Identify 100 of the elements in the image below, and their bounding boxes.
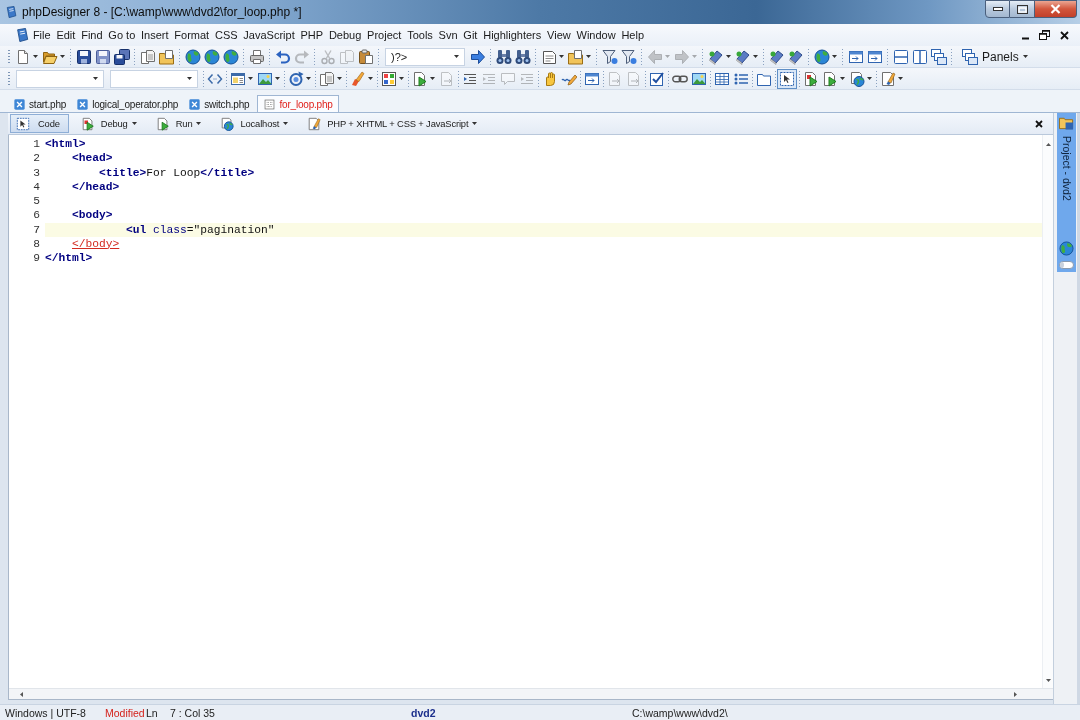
close-icon[interactable] bbox=[1060, 30, 1069, 40]
picture-icon[interactable] bbox=[690, 70, 707, 87]
clipboard-icon[interactable] bbox=[357, 48, 374, 65]
funnel-icon[interactable] bbox=[601, 48, 618, 65]
file-tab[interactable]: switch.php bbox=[186, 95, 256, 112]
dock-tab[interactable]: Project - dvd2 bbox=[1060, 136, 1073, 201]
color-grid-icon[interactable] bbox=[380, 70, 397, 87]
file-tab[interactable]: for_loop.php bbox=[257, 95, 339, 112]
menu-item[interactable]: Find bbox=[78, 26, 106, 44]
caret-icon[interactable] bbox=[283, 122, 289, 125]
table-icon[interactable] bbox=[713, 70, 730, 87]
binoculars-icon[interactable] bbox=[495, 48, 512, 65]
menu-item[interactable]: Highlighters bbox=[480, 26, 545, 44]
minimize-button[interactable] bbox=[985, 0, 1010, 18]
menu-item[interactable]: CSS bbox=[212, 26, 241, 44]
toolbar-button[interactable]: Localhost bbox=[214, 114, 296, 133]
printer-icon[interactable] bbox=[248, 48, 265, 65]
page-play-icon[interactable] bbox=[411, 70, 428, 87]
window-icon[interactable] bbox=[866, 48, 883, 65]
close-icon[interactable] bbox=[1035, 119, 1043, 128]
menu-item[interactable]: Insert bbox=[138, 26, 172, 44]
caret-icon[interactable] bbox=[368, 77, 373, 80]
book-icon[interactable] bbox=[734, 48, 751, 65]
menu-item[interactable]: File bbox=[30, 26, 54, 44]
folder-page-icon[interactable] bbox=[567, 48, 584, 65]
window-icon[interactable] bbox=[847, 48, 864, 65]
globe-icon[interactable] bbox=[203, 48, 220, 65]
caret-icon[interactable] bbox=[726, 55, 731, 58]
globe-icon[interactable] bbox=[1059, 240, 1074, 256]
caret-icon[interactable] bbox=[832, 55, 837, 58]
caret-icon[interactable] bbox=[93, 77, 98, 80]
file-tab[interactable]: logical_operator.php bbox=[74, 95, 185, 112]
vertical-split-icon[interactable] bbox=[911, 48, 928, 65]
pages-icon[interactable] bbox=[139, 48, 156, 65]
toolbar-button[interactable]: PHP + XHTML + CSS + JavaScript bbox=[301, 114, 485, 133]
folder-icon[interactable] bbox=[1059, 115, 1074, 130]
toolbar-button[interactable]: Debug bbox=[74, 114, 144, 133]
maximize-button[interactable] bbox=[1010, 0, 1035, 18]
caret-icon[interactable] bbox=[454, 55, 459, 58]
menu-item[interactable]: PHP bbox=[297, 26, 326, 44]
horizontal-split-icon[interactable] bbox=[892, 48, 909, 65]
caret-icon[interactable] bbox=[867, 77, 872, 80]
globe-icon[interactable] bbox=[222, 48, 239, 65]
menu-item[interactable]: Tools bbox=[404, 26, 436, 44]
page-play-icon[interactable] bbox=[802, 70, 819, 87]
page-globe-icon[interactable] bbox=[848, 70, 865, 87]
folder-page-icon[interactable] bbox=[158, 48, 175, 65]
caret-icon[interactable] bbox=[187, 77, 192, 80]
right-arrow-icon[interactable] bbox=[469, 48, 486, 65]
scroll-right-icon[interactable] bbox=[1014, 691, 1017, 697]
menu-item[interactable]: Go to bbox=[105, 26, 139, 44]
rounded-bar-icon[interactable] bbox=[1059, 260, 1074, 269]
caret-icon[interactable] bbox=[472, 122, 478, 125]
vertical-scrollbar[interactable] bbox=[1042, 135, 1053, 688]
globe-icon[interactable] bbox=[184, 48, 201, 65]
menu-item[interactable]: Window bbox=[573, 26, 619, 44]
checkbox-icon[interactable] bbox=[648, 70, 665, 87]
combo-box[interactable]: )?> bbox=[385, 47, 465, 66]
caret-icon[interactable] bbox=[399, 77, 404, 80]
scroll-left-icon[interactable] bbox=[20, 691, 23, 697]
picture-icon[interactable] bbox=[256, 70, 273, 87]
menu-item[interactable]: View bbox=[544, 26, 574, 44]
window-icon[interactable] bbox=[583, 70, 600, 87]
floppy-disks-icon[interactable] bbox=[113, 48, 130, 65]
globe-icon[interactable] bbox=[813, 48, 830, 65]
close-button[interactable] bbox=[1035, 0, 1077, 18]
toolbar-button[interactable]: Code bbox=[10, 114, 69, 133]
menu-item[interactable]: Edit bbox=[53, 26, 79, 44]
book-icon[interactable] bbox=[787, 48, 804, 65]
menu-item[interactable]: Format bbox=[171, 26, 213, 44]
caret-icon[interactable] bbox=[196, 122, 202, 125]
caret-icon[interactable] bbox=[131, 122, 137, 125]
caret-icon[interactable] bbox=[306, 77, 311, 80]
menu-item[interactable]: Help bbox=[618, 26, 647, 44]
restore-icon[interactable] bbox=[1039, 30, 1050, 40]
menu-item[interactable]: Svn bbox=[435, 26, 461, 44]
scroll-up-icon[interactable] bbox=[1045, 143, 1051, 146]
funnel-icon[interactable] bbox=[620, 48, 637, 65]
panels-button[interactable]: Panels bbox=[957, 47, 1033, 66]
scroll-down-icon[interactable] bbox=[1045, 679, 1051, 682]
binoculars-icon[interactable] bbox=[514, 48, 531, 65]
caret-icon[interactable] bbox=[1022, 55, 1028, 58]
caret-icon[interactable] bbox=[33, 55, 38, 58]
caret-icon[interactable] bbox=[337, 77, 342, 80]
caret-icon[interactable] bbox=[275, 77, 280, 80]
book-icon[interactable] bbox=[707, 48, 724, 65]
file-tab[interactable]: start.php bbox=[11, 95, 73, 112]
page-brush-icon[interactable] bbox=[879, 70, 896, 87]
toolbar-button[interactable]: Run bbox=[149, 114, 209, 133]
caret-icon[interactable] bbox=[586, 55, 591, 58]
swirl-icon[interactable] bbox=[287, 70, 304, 87]
window-list-icon[interactable] bbox=[229, 70, 246, 87]
caret-icon[interactable] bbox=[898, 77, 903, 80]
pages-icon[interactable] bbox=[318, 70, 335, 87]
menu-item[interactable]: Debug bbox=[326, 26, 365, 44]
horizontal-scrollbar[interactable] bbox=[9, 688, 1053, 699]
caret-icon[interactable] bbox=[248, 77, 253, 80]
menu-item[interactable]: Git bbox=[460, 26, 481, 44]
caret-icon[interactable] bbox=[60, 55, 65, 58]
page-play-icon[interactable] bbox=[821, 70, 838, 87]
